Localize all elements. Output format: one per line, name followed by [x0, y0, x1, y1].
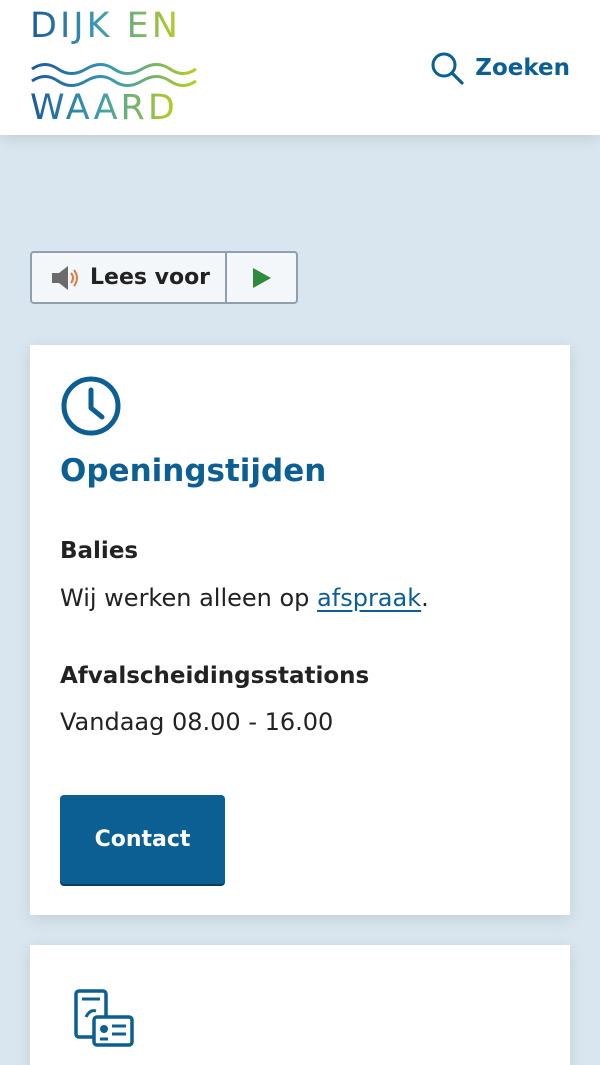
- read-aloud-button[interactable]: Lees voor: [32, 253, 227, 302]
- play-button[interactable]: [227, 253, 296, 302]
- search-icon: [431, 52, 464, 85]
- id-card-icon: [74, 989, 134, 1047]
- dijk-en-waard-logo[interactable]: DIJK EN WAARD: [30, 6, 200, 128]
- read-aloud-label: Lees voor: [90, 265, 211, 290]
- opening-hours-card: Openingstijden Balies Wij werken alleen …: [30, 345, 570, 915]
- site-header: DIJK EN WAARD Zoeken: [0, 0, 600, 135]
- next-card: [30, 945, 570, 1065]
- balies-text-after: .: [421, 584, 429, 612]
- logo-text-bottom: WAARD: [30, 88, 178, 128]
- balies-heading: Balies: [60, 538, 139, 564]
- balies-text-before: Wij werken alleen op: [60, 584, 318, 612]
- appointment-link[interactable]: afspraak: [317, 584, 421, 612]
- card-title: Openingstijden: [60, 453, 327, 489]
- search-label: Zoeken: [475, 55, 570, 81]
- speaker-icon: [52, 265, 78, 290]
- contact-button[interactable]: Contact: [60, 795, 225, 884]
- balies-text: Wij werken alleen op afspraak.: [60, 584, 429, 612]
- waste-stations-hours: Vandaag 08.00 - 16.00: [60, 708, 334, 736]
- logo-waves-icon: [31, 63, 197, 87]
- search-button[interactable]: Zoeken: [429, 48, 570, 88]
- read-aloud-widget: Lees voor: [30, 251, 298, 304]
- logo-text-top: DIJK EN: [30, 6, 181, 46]
- play-icon: [252, 267, 271, 288]
- clock-icon: [61, 376, 121, 436]
- waste-stations-heading: Afvalscheidingsstations: [60, 663, 370, 689]
